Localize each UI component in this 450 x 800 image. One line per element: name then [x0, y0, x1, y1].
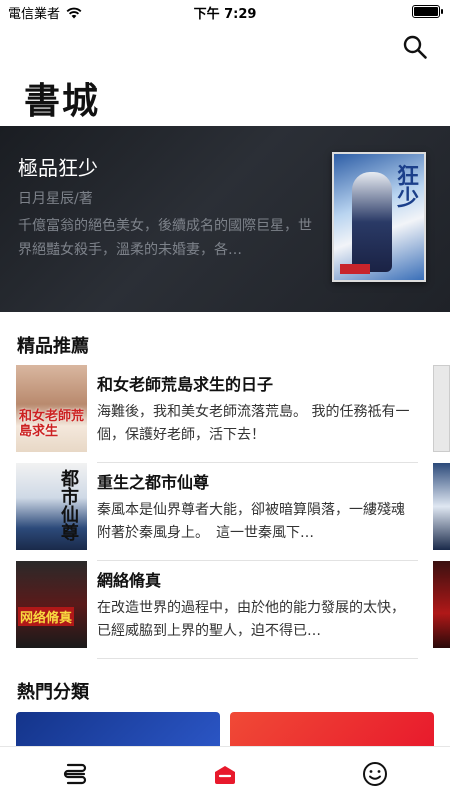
- featured-book-cover[interactable]: 狂少: [332, 152, 426, 282]
- book-cover-title: 网络脩真: [18, 607, 75, 626]
- status-time: 下午 7:29: [193, 7, 257, 22]
- profile-smiley-icon: [363, 762, 387, 786]
- featured-book-author: 日月星辰/著: [18, 191, 93, 207]
- featured-banner[interactable]: 極品狂少 日月星辰/著 千億富翁的絕色美女，後續成名的國際巨星，世界絕豔女殺手，…: [0, 126, 450, 312]
- book-cover[interactable]: 都市仙尊: [16, 463, 87, 550]
- tab-profile[interactable]: [300, 747, 450, 800]
- book-title[interactable]: 和女老師荒島求生的日子: [97, 371, 273, 395]
- list-item[interactable]: 都市仙尊 重生之都市仙尊 秦風本是仙界尊者大能，卻被暗算隕落，一縷殘魂附著於秦風…: [16, 463, 418, 561]
- book-title[interactable]: 重生之都市仙尊: [97, 469, 209, 493]
- next-column-cover[interactable]: [433, 463, 450, 550]
- book-cover[interactable]: 网络脩真: [16, 561, 87, 648]
- categories-section-title: 熱門分類: [17, 682, 89, 703]
- next-column-cover[interactable]: [433, 365, 450, 452]
- page-title: 書城: [24, 81, 101, 122]
- featured-book-title: 極品狂少: [18, 156, 98, 180]
- status-bar: 電信業者 下午 7:29: [0, 0, 450, 24]
- book-description: 海難後，我和美女老師流落荒島。 我的任務祗有一個，保護好老師，活下去！: [97, 404, 410, 443]
- book-cover[interactable]: 和女老師荒島求生: [16, 365, 87, 452]
- featured-cover-title: 狂少: [393, 164, 418, 208]
- book-cover-title: 都市仙尊: [58, 469, 79, 541]
- bookshelf-icon: [63, 763, 87, 785]
- bookstore-icon: [215, 766, 235, 784]
- book-title[interactable]: 網絡脩真: [97, 567, 161, 591]
- list-item[interactable]: 和女老師荒島求生 和女老師荒島求生的日子 海難後，我和美女老師流落荒島。 我的任…: [16, 365, 418, 463]
- next-column-cover[interactable]: [433, 561, 450, 648]
- featured-book-description: 千億富翁的絕色美女，後續成名的國際巨星，世界絕豔女殺手，溫柔的未婚妻，各…: [18, 218, 312, 258]
- tab-bookstore[interactable]: [150, 747, 300, 800]
- tab-bar: [0, 746, 450, 800]
- book-description: 在改造世界的過程中，由於他的能力發展的太快，已經威脇到上界的聖人，迫不得已…: [97, 600, 405, 639]
- divider: [97, 658, 418, 659]
- book-description: 秦風本是仙界尊者大能，卻被暗算隕落，一縷殘魂附著於秦風身上。 這一世秦風下…: [97, 502, 405, 541]
- battery-icon: [412, 5, 443, 18]
- list-item[interactable]: 网络脩真 網絡脩真 在改造世界的過程中，由於他的能力發展的太快，已經威脇到上界的…: [16, 561, 418, 659]
- recommend-section-title: 精品推薦: [17, 336, 89, 357]
- tab-bookshelf[interactable]: [0, 747, 150, 800]
- search-icon[interactable]: [402, 34, 428, 60]
- book-cover-title: 和女老師荒島求生: [19, 409, 85, 439]
